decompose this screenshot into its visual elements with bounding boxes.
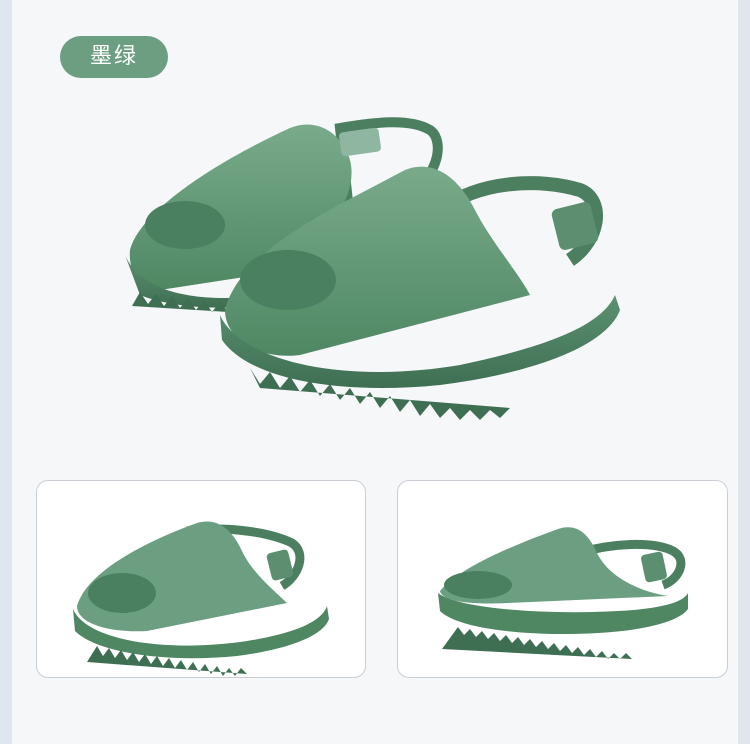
sandal-side-view-image [73,521,329,676]
color-variant-badge: 墨绿 [60,36,168,78]
thumbnail-right[interactable] [397,480,728,678]
hero-sandal-pair-image [125,117,620,420]
thumbnail-left[interactable] [36,480,366,678]
sandal-profile-view-image [438,527,688,659]
